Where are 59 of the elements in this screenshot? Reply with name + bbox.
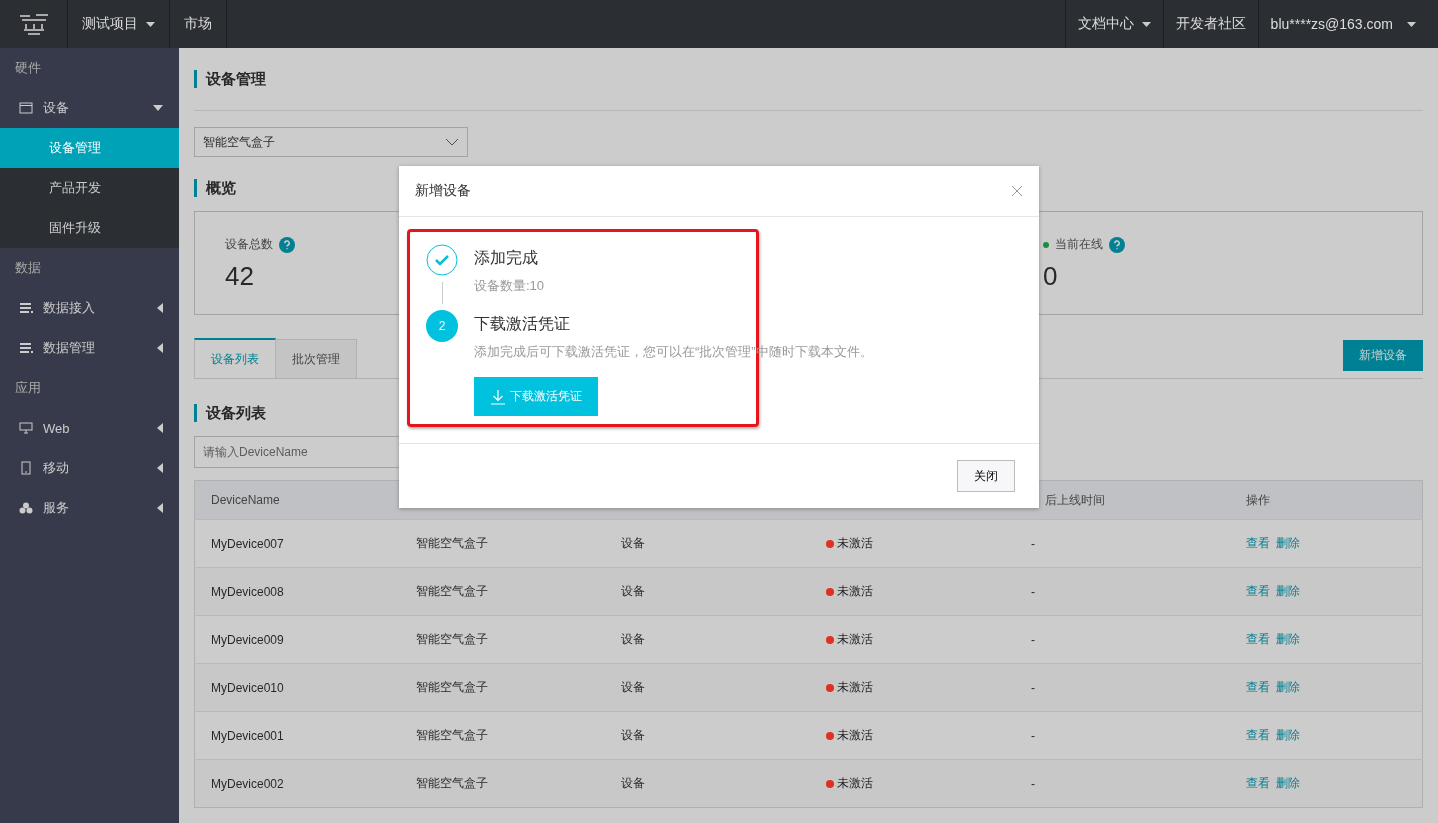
table-cell: 智能空气盒子 [400,759,605,808]
status-text: 未激活 [837,679,873,696]
table-cell: 智能空气盒子 [400,663,605,712]
sidebar-subitem[interactable]: 设备管理 [0,128,179,168]
step-title: 下载激活凭证 [474,314,571,334]
table-cell: 设备 [605,759,810,808]
dialog-title: 新增设备 [415,182,471,200]
table-cell: 智能空气盒子 [400,567,605,616]
close-button[interactable]: 关闭 [957,460,1015,492]
sidebar-subitem[interactable]: 产品开发 [0,168,179,208]
table-cell: MyDevice002 [194,759,400,808]
chevron-down-icon [445,138,459,146]
step-title: 添加完成 [474,248,539,268]
page-title: 设备管理 [194,70,1423,88]
step-detail: 设备数量:10 [474,277,545,295]
stat-label: 设备总数 [225,236,273,253]
download-icon [490,388,506,405]
sidebar-item[interactable]: 服务 [0,488,179,528]
sidebar-item[interactable]: 数据管理 [0,328,179,368]
help-icon[interactable] [279,236,295,253]
table-cell: - [1015,663,1230,712]
stat-value: 42 [225,261,255,292]
sidebar-item[interactable]: 设备 [0,88,179,128]
column-header: 后上线时间 [1015,480,1230,520]
stat-value: 0 [1043,261,1059,292]
check-circle-icon [426,244,458,276]
section-heading: 数据 [14,259,42,277]
table-cell: 设备 [605,663,810,712]
status-text: 未激活 [837,535,873,552]
window-icon [19,102,33,114]
sidebar-item[interactable]: 数据接入 [0,288,179,328]
table-cell: MyDevice008 [194,567,400,616]
add-device-button[interactable]: 新增设备 [1343,340,1423,371]
section-heading: 应用 [14,379,42,397]
product-select[interactable]: 智能空气盒子 [194,127,468,157]
stat-label: 当前在线 [1055,236,1103,253]
column-header: DeviceName [194,480,400,520]
monitor-icon [19,422,33,434]
table-cell: 设备 [605,567,810,616]
phone-icon [19,461,33,475]
status-text: 未激活 [837,727,873,744]
section-heading: 硬件 [14,59,42,77]
status-text: 未激活 [837,775,873,792]
list-icon [19,342,33,354]
step-number: 2 [426,310,458,342]
close-icon[interactable] [1011,185,1023,197]
table-cell: - [1015,759,1230,808]
help-icon[interactable] [1109,236,1125,253]
tab[interactable]: 批次管理 [275,339,357,378]
sidebar-item[interactable]: 移动 [0,448,179,488]
sidebar-item[interactable]: Web [0,408,179,448]
status-text: 未激活 [837,583,873,600]
table-cell: MyDevice010 [194,663,400,712]
status-text: 未激活 [837,631,873,648]
column-header: 操作 [1230,480,1423,520]
list-icon [19,302,33,314]
cluster-icon [19,502,33,514]
table-cell: - [1015,567,1230,616]
sidebar-subitem[interactable]: 固件升级 [0,208,179,248]
